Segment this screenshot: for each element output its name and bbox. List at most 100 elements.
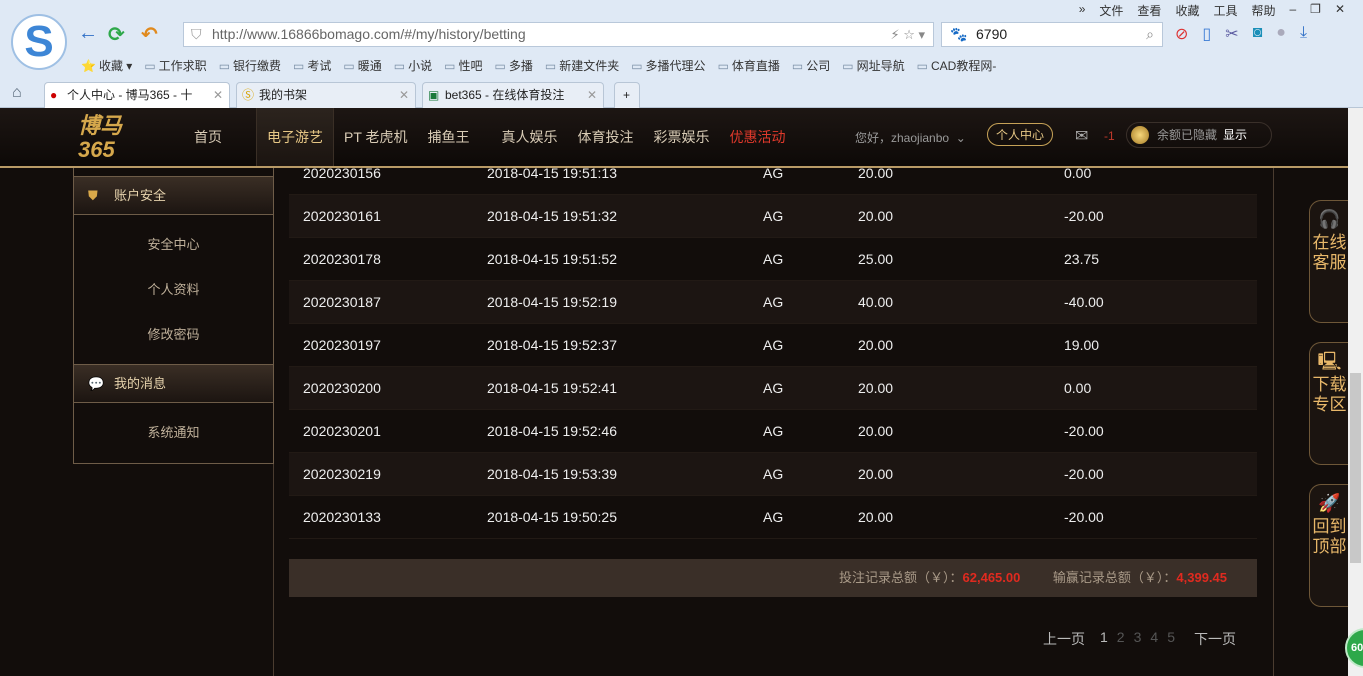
- phone-icon[interactable]: ▯: [1202, 24, 1211, 44]
- win-loss: -20.00: [1064, 466, 1104, 482]
- new-tab-button[interactable]: +: [614, 82, 640, 108]
- sidebar-item-change-password[interactable]: 修改密码: [74, 312, 273, 357]
- content-border: [1273, 168, 1274, 676]
- bookmarks-bar: ⭐收藏 ▾ 工作求职 银行缴费 考试 暖通 小说 性吧 多播 新建文件夹 多播代…: [78, 57, 996, 74]
- menu-help[interactable]: 帮助: [1251, 2, 1275, 19]
- bookmark[interactable]: 银行缴费: [219, 57, 281, 74]
- win-total-label: 输赢记录总额（￥）：: [1052, 570, 1177, 585]
- home-icon[interactable]: ⌂: [12, 84, 22, 102]
- back-icon[interactable]: ←: [78, 22, 98, 45]
- tab-personal-center[interactable]: ● 个人中心 - 博马365 - 十 ✕: [44, 82, 230, 108]
- nav-sports[interactable]: 体育投注: [568, 108, 644, 166]
- mail-icon[interactable]: ✉: [1075, 126, 1088, 146]
- bookmark[interactable]: 暖通: [343, 57, 382, 74]
- prev-page[interactable]: 上一页: [1043, 629, 1085, 649]
- order-id: 2020230187: [303, 294, 381, 310]
- toolbar-icons: ⊘ ▯ ✂ ◙ ● ⤓: [1175, 24, 1307, 44]
- restore-icon[interactable]: ❐: [1310, 2, 1321, 19]
- mail-count: -1: [1104, 129, 1115, 143]
- table-row: 2020230219 2018-04-15 19:53:39 AG 20.00 -20.…: [289, 453, 1257, 496]
- sidebar-item-security-center[interactable]: 安全中心: [74, 222, 273, 267]
- platform: AG: [763, 294, 784, 310]
- sidebar-item-system-notice[interactable]: 系统通知: [74, 410, 273, 455]
- baidu-icon: 🐾: [950, 26, 968, 42]
- bet-amount: 25.00: [858, 251, 894, 267]
- page-4[interactable]: 4: [1150, 629, 1158, 649]
- online-service-button[interactable]: 🎧 在线客服: [1309, 200, 1349, 323]
- bookmark[interactable]: 工作求职: [144, 57, 207, 74]
- win-loss: 19.00: [1064, 337, 1100, 353]
- nav-promotions[interactable]: 优惠活动: [720, 108, 796, 166]
- nav-live-casino[interactable]: 真人娱乐: [492, 108, 568, 166]
- platform: AG: [763, 380, 784, 396]
- headset-icon: 🎧: [1318, 209, 1341, 229]
- tab-bet365[interactable]: ▣ bet365 - 在线体育投注 ✕: [422, 82, 604, 108]
- page-5[interactable]: 5: [1167, 629, 1175, 649]
- rocket-icon: 🚀: [1318, 493, 1341, 513]
- bookmark[interactable]: CAD教程网-: [917, 57, 996, 74]
- menu-file[interactable]: 文件: [1099, 2, 1123, 19]
- table-row: 2020230161 2018-04-15 19:51:32 AG 20.00 -20.…: [289, 195, 1257, 238]
- nav-home[interactable]: 首页: [184, 108, 232, 166]
- star-icon[interactable]: ⚡ ☆ ▾: [890, 23, 925, 46]
- scrollbar-thumb[interactable]: [1350, 373, 1361, 563]
- bookmark[interactable]: 公司: [792, 57, 830, 74]
- more-icon[interactable]: ●: [1276, 24, 1286, 44]
- bookmark[interactable]: 小说: [394, 57, 432, 74]
- next-page[interactable]: 下一页: [1194, 629, 1236, 649]
- browser-logo: S: [11, 14, 67, 70]
- zoom-icon[interactable]: ◙: [1253, 24, 1263, 44]
- coin-icon: [1131, 126, 1149, 144]
- page-2[interactable]: 2: [1117, 629, 1125, 649]
- nav-electronic-games[interactable]: 电子游艺: [256, 108, 334, 166]
- win-loss: -20.00: [1064, 208, 1104, 224]
- show-balance-button[interactable]: 显示: [1223, 123, 1247, 147]
- scissors-icon[interactable]: ✂: [1225, 24, 1238, 44]
- refresh-icon[interactable]: ⟳: [108, 22, 125, 47]
- bookmark-favorites[interactable]: ⭐ 收藏 ▾: [78, 57, 132, 74]
- address-bar[interactable]: ⛉ http://www.16866bomago.com/#/my/histor…: [183, 22, 934, 47]
- bet-total-label: 投注记录总额（￥）：: [839, 570, 963, 585]
- browser-menu: » 文件 查看 收藏 工具 帮助 – ❐ ✕: [1079, 2, 1345, 19]
- bookmark[interactable]: 多播代理公: [631, 57, 706, 74]
- sidebar-section-account-security[interactable]: ⛊ 账户安全: [74, 176, 273, 215]
- sidebar-item-profile[interactable]: 个人资料: [74, 267, 273, 312]
- browser-chrome: S » 文件 查看 收藏 工具 帮助 – ❐ ✕ ← ⟳ ↶ ⛉ http://…: [0, 0, 1363, 108]
- close-icon[interactable]: ✕: [1335, 2, 1345, 19]
- undo-icon[interactable]: ↶: [141, 22, 158, 47]
- adblock-icon[interactable]: ⊘: [1175, 24, 1188, 44]
- bet-amount: 20.00: [858, 509, 894, 525]
- bookmark[interactable]: 体育直播: [718, 57, 780, 74]
- site-logo[interactable]: 博马365: [78, 114, 158, 164]
- nav-lottery[interactable]: 彩票娱乐: [644, 108, 720, 166]
- scrollbar[interactable]: [1348, 108, 1363, 676]
- minimize-icon[interactable]: –: [1289, 2, 1296, 19]
- tab-bookshelf[interactable]: Ⓢ 我的书架 ✕: [236, 82, 416, 108]
- menu-favorites[interactable]: 收藏: [1175, 2, 1199, 19]
- user-greeting[interactable]: 您好，zhaojianbo ⌄: [855, 129, 966, 146]
- nav-fishing[interactable]: 捕鱼王: [418, 108, 480, 166]
- search-text: 6790: [976, 26, 1008, 42]
- page-3[interactable]: 3: [1134, 629, 1142, 649]
- balance-hidden-text: 余额已隐藏: [1157, 128, 1218, 142]
- search-icon[interactable]: ⌕: [1146, 23, 1154, 46]
- sidebar-section-messages[interactable]: 💬 我的消息: [74, 364, 273, 403]
- order-id: 2020230178: [303, 251, 381, 267]
- bookmark[interactable]: 新建文件夹: [545, 57, 619, 74]
- bookmark[interactable]: 性吧: [444, 57, 482, 74]
- download-icon[interactable]: ⤓: [1300, 24, 1307, 44]
- bookmark[interactable]: 多播: [494, 57, 533, 74]
- bookmark[interactable]: 考试: [293, 57, 331, 74]
- menu-tools[interactable]: 工具: [1213, 2, 1237, 19]
- nav-pt-slots[interactable]: PT 老虎机: [334, 108, 418, 166]
- bet-time: 2018-04-15 19:53:39: [487, 466, 617, 482]
- menu-view[interactable]: 查看: [1137, 2, 1161, 19]
- bet-time: 2018-04-15 19:51:52: [487, 251, 617, 267]
- personal-center-button[interactable]: 个人中心: [987, 123, 1054, 146]
- page-1[interactable]: 1: [1100, 629, 1108, 649]
- search-input[interactable]: 🐾 6790 ⌕: [941, 22, 1163, 47]
- download-button[interactable]: 🖳 下载专区: [1309, 342, 1349, 465]
- back-to-top-button[interactable]: 🚀 回到顶部: [1309, 484, 1349, 607]
- bookmark[interactable]: 网址导航: [842, 57, 905, 74]
- menu-more[interactable]: »: [1079, 2, 1086, 19]
